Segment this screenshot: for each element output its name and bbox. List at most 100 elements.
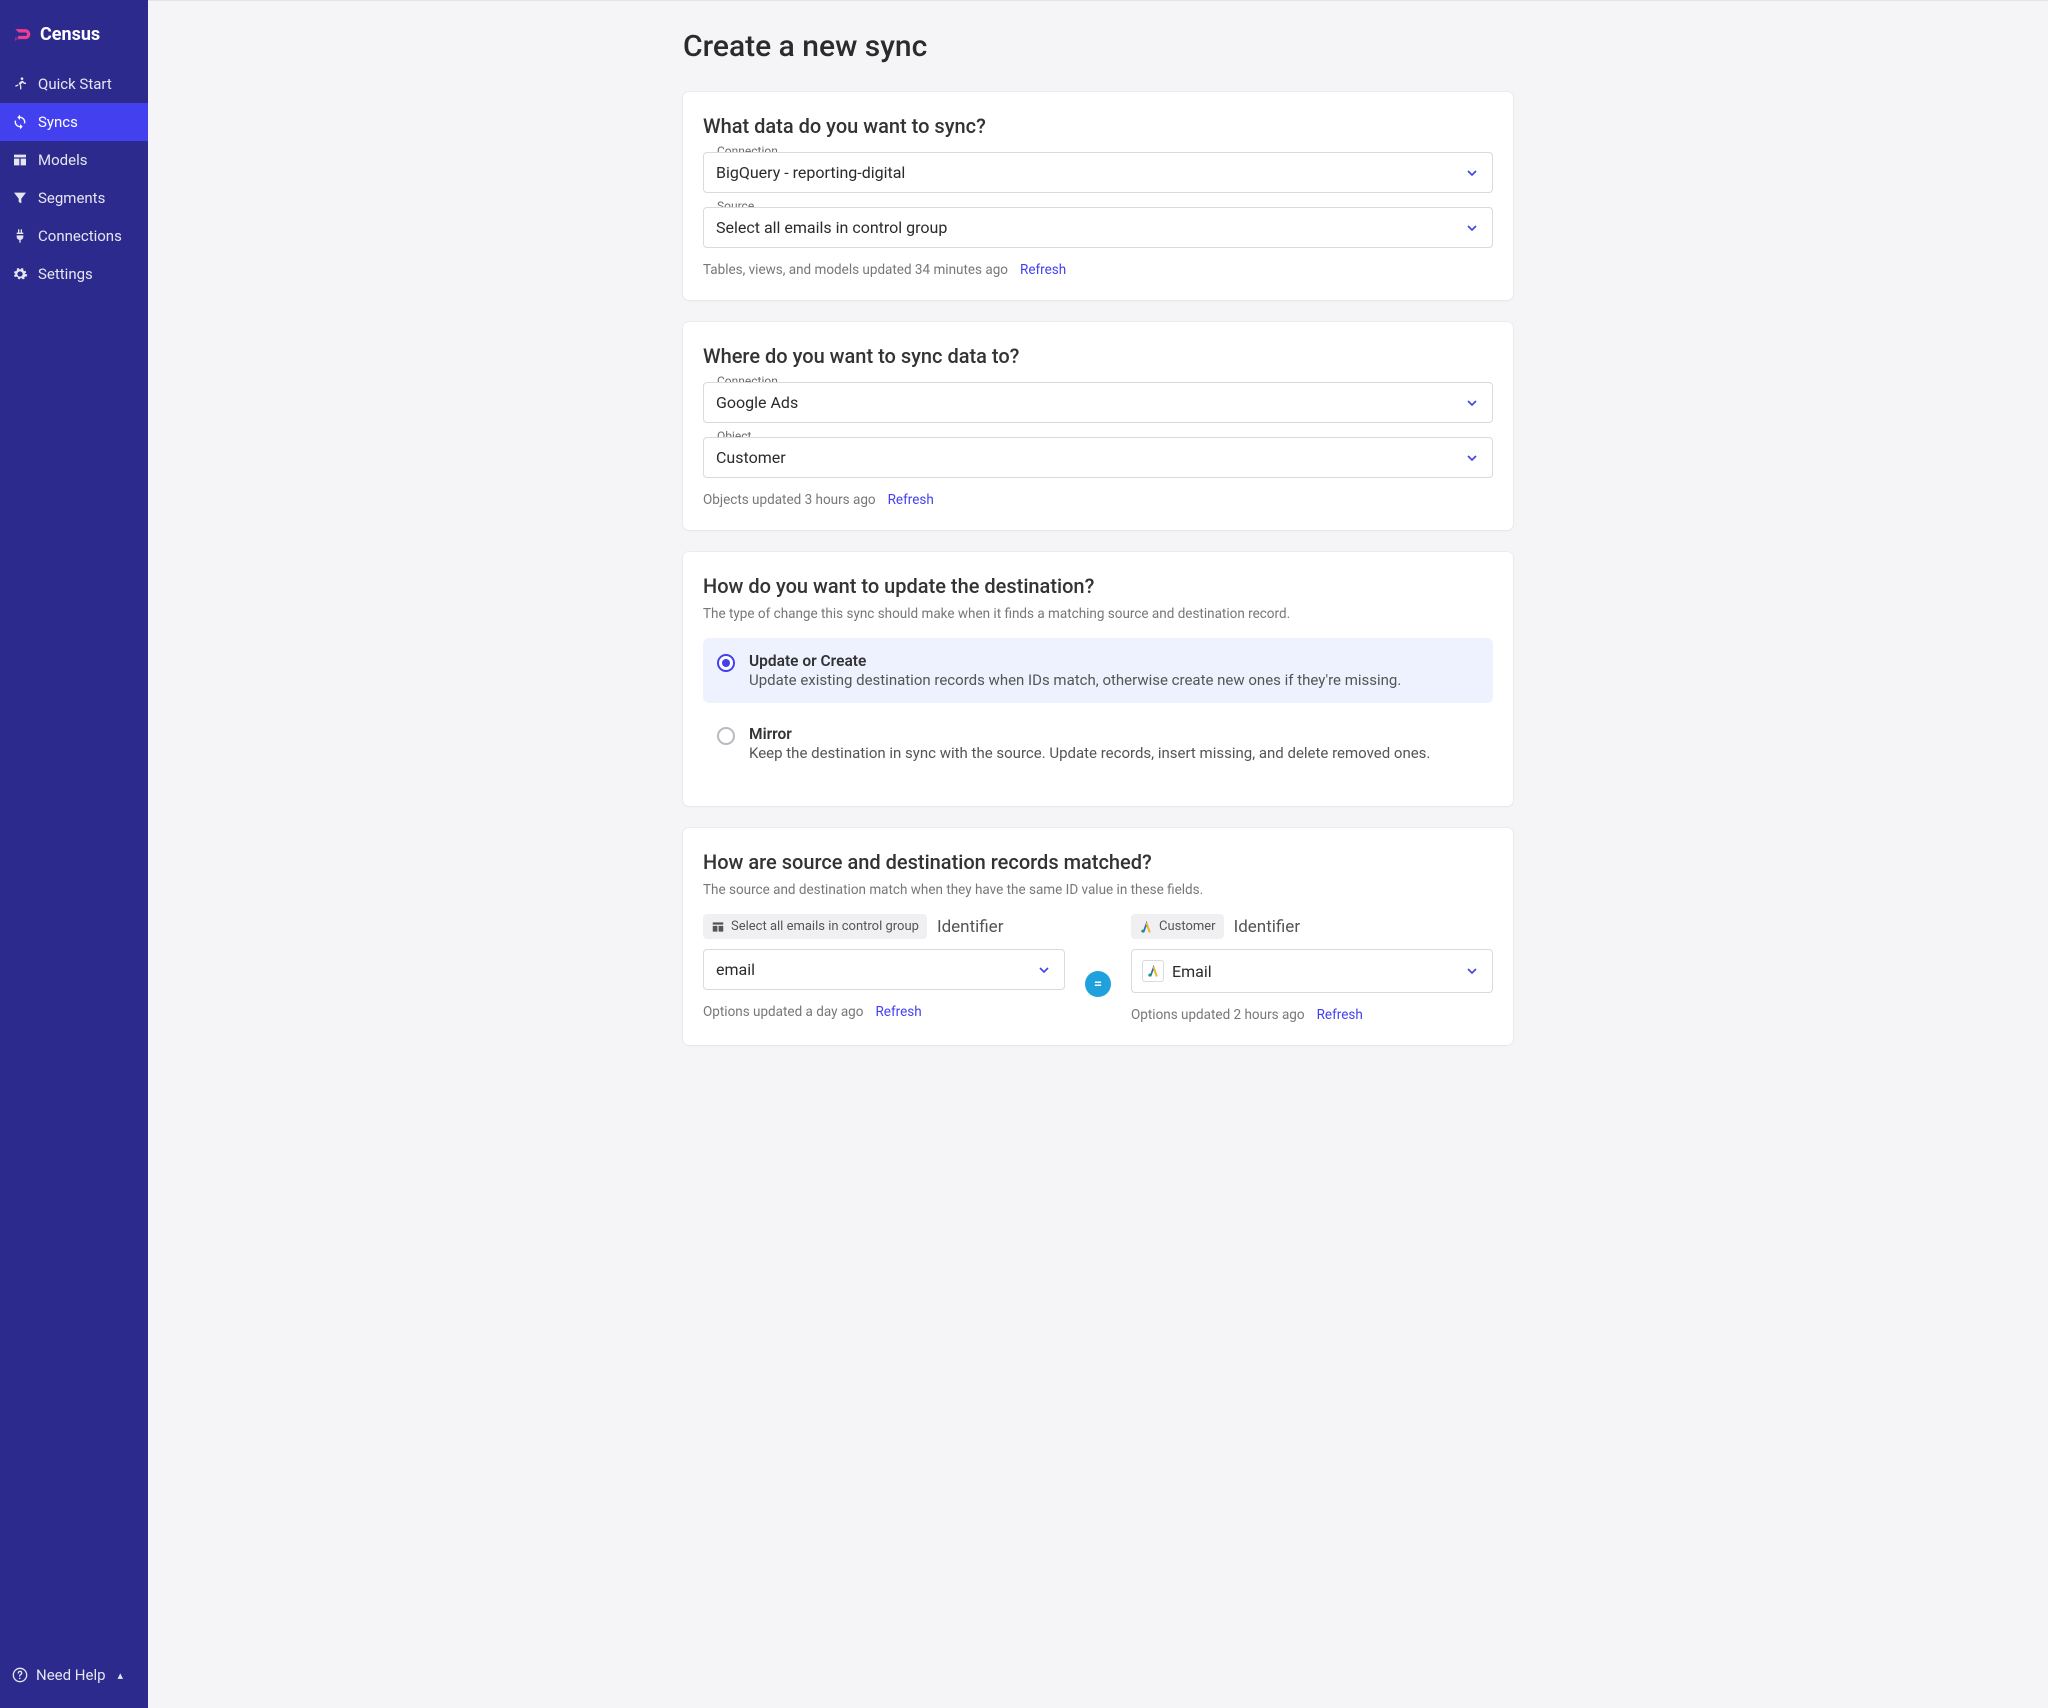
chevron-down-icon	[1464, 165, 1480, 181]
destination-meta-text: Objects updated 3 hours ago	[703, 492, 876, 508]
select-value: email	[716, 960, 755, 979]
source-connection-select[interactable]: BigQuery - reporting-digital	[703, 152, 1493, 193]
destination-identifier-refresh-link[interactable]: Refresh	[1317, 1007, 1363, 1023]
matching-row: Select all emails in control group Ident…	[703, 914, 1493, 1023]
destination-meta-row: Objects updated 3 hours ago Refresh	[703, 492, 1493, 508]
matching-destination-column: Customer Identifier Email	[1131, 914, 1493, 1023]
caret-up-icon: ▴	[118, 1669, 124, 1682]
sidebar-item-settings[interactable]: Settings	[0, 255, 148, 293]
option-title: Update or Create	[749, 652, 1401, 670]
help-label: Need Help	[36, 1666, 106, 1684]
select-value: Select all emails in control group	[716, 218, 947, 237]
page-title: Create a new sync	[683, 29, 1513, 64]
behavior-card-subtitle: The type of change this sync should make…	[703, 606, 1493, 622]
sidebar-item-syncs[interactable]: Syncs	[0, 103, 148, 141]
brand: Census	[0, 0, 148, 65]
sidebar-item-quick-start[interactable]: Quick Start	[0, 65, 148, 103]
source-meta-row: Tables, views, and models updated 34 min…	[703, 262, 1493, 278]
matching-card-title: How are source and destination records m…	[703, 850, 1493, 874]
source-refresh-link[interactable]: Refresh	[1020, 262, 1066, 278]
sidebar-item-segments[interactable]: Segments	[0, 179, 148, 217]
source-pill-text: Select all emails in control group	[731, 919, 919, 934]
option-desc: Update existing destination records when…	[749, 671, 1401, 689]
select-value: Google Ads	[716, 393, 798, 412]
sidebar-item-label: Syncs	[38, 113, 78, 131]
source-identifier-select[interactable]: email	[703, 949, 1065, 990]
destination-pill-text: Customer	[1159, 919, 1216, 934]
destination-card-title: Where do you want to sync data to?	[703, 344, 1493, 368]
option-desc: Keep the destination in sync with the so…	[749, 744, 1430, 762]
chevron-down-icon	[1036, 962, 1052, 978]
google-ads-icon	[1142, 960, 1164, 982]
radio-unselected-icon	[717, 727, 735, 745]
dest-connection-select[interactable]: Google Ads	[703, 382, 1493, 423]
sidebar-footer: Need Help ▴	[0, 1656, 148, 1708]
filter-icon	[12, 190, 28, 206]
sidebar-item-models[interactable]: Models	[0, 141, 148, 179]
source-card-title: What data do you want to sync?	[703, 114, 1493, 138]
select-value: Email	[1172, 962, 1212, 981]
identifier-label: Identifier	[937, 917, 1004, 937]
option-text: Mirror Keep the destination in sync with…	[749, 725, 1430, 762]
sidebar-item-label: Segments	[38, 189, 105, 207]
equals-icon: =	[1085, 971, 1111, 997]
sidebar-item-label: Connections	[38, 227, 122, 245]
help-icon	[12, 1667, 28, 1683]
behavior-card-title: How do you want to update the destinatio…	[703, 574, 1493, 598]
matching-card-subtitle: The source and destination match when th…	[703, 882, 1493, 898]
matching-source-column: Select all emails in control group Ident…	[703, 914, 1065, 1020]
sidebar-item-label: Models	[38, 151, 87, 169]
table-icon	[711, 920, 725, 934]
census-logo-icon	[12, 25, 32, 45]
gear-icon	[12, 266, 28, 282]
main: Create a new sync What data do you want …	[148, 0, 2048, 1708]
option-text: Update or Create Update existing destina…	[749, 652, 1401, 689]
destination-badge-row: Customer Identifier	[1131, 914, 1493, 939]
identifier-label: Identifier	[1234, 917, 1301, 937]
dest-object-select[interactable]: Customer	[703, 437, 1493, 478]
meta-text: Options updated a day ago	[703, 1004, 863, 1020]
google-ads-icon	[1139, 920, 1153, 934]
sidebar-item-label: Quick Start	[38, 75, 112, 93]
content: Create a new sync What data do you want …	[683, 19, 1513, 1648]
sidebar-nav: Quick Start Syncs Models Segments	[0, 65, 148, 293]
sidebar-item-label: Settings	[38, 265, 93, 283]
radio-selected-icon	[717, 654, 735, 672]
sync-icon	[12, 114, 28, 130]
destination-identifier-select[interactable]: Email	[1131, 949, 1493, 993]
source-badge-row: Select all emails in control group Ident…	[703, 914, 1065, 939]
brand-name: Census	[40, 24, 100, 45]
chevron-down-icon	[1464, 963, 1480, 979]
destination-pill: Customer	[1131, 914, 1224, 939]
chevron-down-icon	[1464, 220, 1480, 236]
source-identifier-refresh-link[interactable]: Refresh	[875, 1004, 921, 1020]
destination-card: Where do you want to sync data to? Conne…	[683, 322, 1513, 530]
source-card: What data do you want to sync? Connectio…	[683, 92, 1513, 300]
destination-refresh-link[interactable]: Refresh	[888, 492, 934, 508]
meta-text: Options updated 2 hours ago	[1131, 1007, 1305, 1023]
dest-connection-field: Connection Google Ads	[703, 382, 1493, 423]
select-value: BigQuery - reporting-digital	[716, 163, 905, 182]
source-identifier-meta: Options updated a day ago Refresh	[703, 1004, 1065, 1020]
destination-identifier-meta: Options updated 2 hours ago Refresh	[1131, 1007, 1493, 1023]
source-connection-field: Connection BigQuery - reporting-digital	[703, 152, 1493, 193]
matching-card: How are source and destination records m…	[683, 828, 1513, 1045]
source-meta-text: Tables, views, and models updated 34 min…	[703, 262, 1008, 278]
chevron-down-icon	[1464, 450, 1480, 466]
table-icon	[12, 152, 28, 168]
dest-object-field: Object Customer	[703, 437, 1493, 478]
source-source-select[interactable]: Select all emails in control group	[703, 207, 1493, 248]
behavior-card: How do you want to update the destinatio…	[683, 552, 1513, 806]
option-title: Mirror	[749, 725, 1430, 743]
select-value: Customer	[716, 448, 786, 467]
plug-icon	[12, 228, 28, 244]
need-help-button[interactable]: Need Help ▴	[0, 1656, 148, 1694]
behavior-option-update-or-create[interactable]: Update or Create Update existing destina…	[703, 638, 1493, 703]
source-source-field: Source Select all emails in control grou…	[703, 207, 1493, 248]
sidebar: Census Quick Start Syncs Models	[0, 0, 148, 1708]
sidebar-item-connections[interactable]: Connections	[0, 217, 148, 255]
source-pill: Select all emails in control group	[703, 914, 927, 939]
chevron-down-icon	[1464, 395, 1480, 411]
behavior-option-mirror[interactable]: Mirror Keep the destination in sync with…	[703, 711, 1493, 776]
running-icon	[12, 76, 28, 92]
